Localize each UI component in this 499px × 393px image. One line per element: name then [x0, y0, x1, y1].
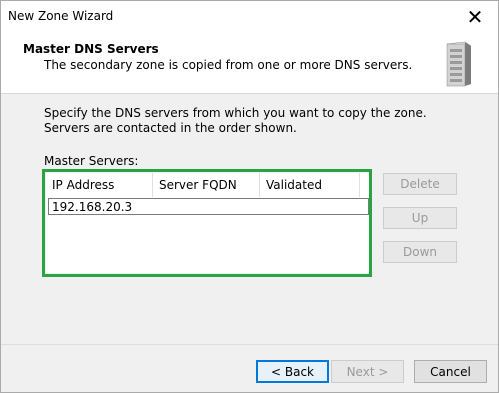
table-row[interactable]: 192.168.20.3 — [48, 198, 369, 215]
footer-divider — [1, 344, 498, 345]
master-servers-label: Master Servers: — [44, 154, 139, 168]
title-bar: New Zone Wizard ✕ — [1, 1, 498, 32]
column-header-ip[interactable]: IP Address — [46, 173, 153, 197]
page-title: Master DNS Servers — [23, 42, 159, 56]
column-header-fqdn[interactable]: Server FQDN — [153, 173, 260, 197]
instructions-text: Specify the DNS servers from which you w… — [44, 106, 427, 135]
page-subtitle: The secondary zone is copied from one or… — [44, 58, 413, 72]
down-button[interactable]: Down — [383, 241, 457, 263]
master-servers-list[interactable]: IP Address Server FQDN Validated 192.168… — [46, 173, 369, 273]
window-title: New Zone Wizard — [8, 9, 114, 23]
server-icon — [446, 41, 472, 87]
wizard-header: Master DNS Servers The secondary zone is… — [1, 32, 498, 94]
wizard-window: New Zone Wizard ✕ Master DNS Servers The… — [0, 0, 499, 393]
up-button[interactable]: Up — [383, 207, 457, 229]
cancel-button[interactable]: Cancel — [414, 360, 487, 383]
close-icon[interactable]: ✕ — [452, 1, 498, 32]
ip-address-cell[interactable]: 192.168.20.3 — [52, 200, 132, 214]
back-button[interactable]: < Back — [256, 360, 329, 383]
delete-button[interactable]: Delete — [383, 173, 457, 195]
next-button[interactable]: Next > — [331, 360, 404, 383]
column-header-validated[interactable]: Validated — [260, 173, 360, 197]
